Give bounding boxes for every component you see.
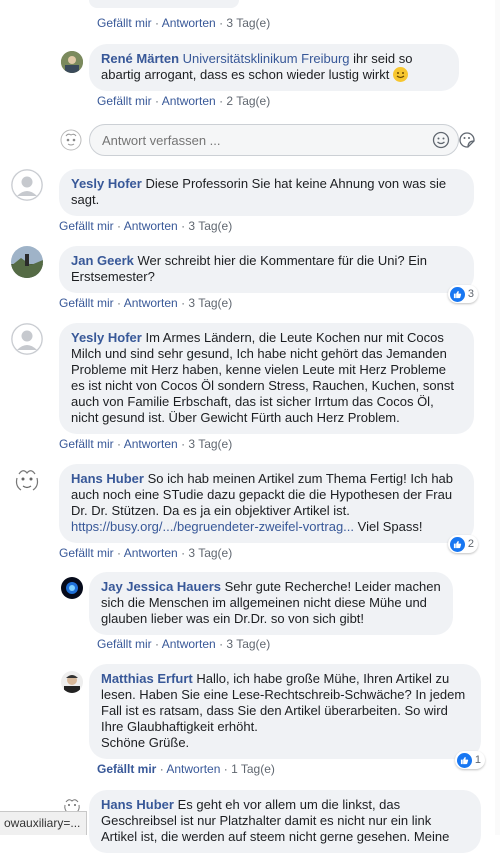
status-bar: owauxiliary=... xyxy=(0,811,88,835)
timestamp: 3 Tag(e) xyxy=(188,296,233,310)
reply-link[interactable]: Antworten xyxy=(124,546,178,560)
reply-link[interactable]: Antworten xyxy=(162,94,216,108)
comment-actions: Gefällt mir · Antworten · 3 Tag(e) xyxy=(59,296,233,310)
avatar[interactable] xyxy=(61,51,83,73)
reply-link[interactable]: Antworten xyxy=(124,296,178,310)
comment-actions: Gefällt mir · Antworten · 3 Tag(e) xyxy=(97,637,271,651)
comment-bubble: Matthias Erfurt Hallo, ich habe große Mü… xyxy=(89,664,485,769)
emoji-icon[interactable] xyxy=(432,131,450,149)
partial-bubble xyxy=(89,0,239,8)
comment-author[interactable]: Jan Geerk xyxy=(71,253,134,268)
thumbs-up-icon xyxy=(456,752,472,768)
reply-link[interactable]: Antworten xyxy=(124,437,178,451)
reaction-count[interactable]: 2 xyxy=(447,535,478,553)
like-link[interactable]: Gefällt mir xyxy=(59,296,114,310)
like-link[interactable]: Gefällt mir xyxy=(97,762,156,776)
like-link[interactable]: Gefällt mir xyxy=(59,437,114,451)
comment-author[interactable]: Yesly Hofer xyxy=(71,176,142,191)
like-link[interactable]: Gefällt mir xyxy=(59,546,114,560)
comment-closing: Schöne Grüße. xyxy=(101,735,190,750)
timestamp: 3 Tag(e) xyxy=(188,437,233,451)
comment-actions: Gefällt mir · Antworten · 2 Tag(e) xyxy=(97,94,271,108)
user-avatar xyxy=(60,129,82,151)
comment-author[interactable]: Matthias Erfurt xyxy=(101,671,193,686)
reply-link[interactable]: Antworten xyxy=(162,637,216,651)
author-affiliation[interactable]: Universitätsklinikum Freiburg xyxy=(183,51,350,66)
comment-bubble: René Märten Universitätsklinikum Freibur… xyxy=(89,44,459,91)
like-link[interactable]: Gefällt mir xyxy=(97,94,152,108)
avatar[interactable] xyxy=(11,246,43,278)
like-link[interactable]: Gefällt mir xyxy=(97,16,152,30)
reply-box xyxy=(89,124,475,156)
reply-link[interactable]: Antworten xyxy=(162,16,216,30)
avatar[interactable] xyxy=(11,323,43,355)
avatar[interactable] xyxy=(11,169,43,201)
comment-rene: René Märten Universitätsklinikum Freibur… xyxy=(61,44,459,91)
timestamp: 1 Tag(e) xyxy=(231,762,275,776)
comment-actions: Gefällt mir · Antworten · 1 Tag(e) xyxy=(97,762,275,776)
sticker-icon[interactable] xyxy=(458,131,476,149)
reaction-count[interactable]: 3 xyxy=(447,285,478,303)
comment-actions: Gefällt mir · Antworten · 3 Tag(e) xyxy=(59,437,233,451)
comment-author[interactable]: René Märten xyxy=(101,51,179,66)
like-link[interactable]: Gefällt mir xyxy=(59,219,114,233)
reply-link[interactable]: Antworten xyxy=(166,762,220,776)
comment-actions: Gefällt mir · Antworten · 3 Tag(e) xyxy=(59,219,233,233)
comment-author[interactable]: Jay Jessica Hauers xyxy=(101,579,221,594)
comment-jan: Jan Geerk Wer schreibt hier die Kommenta… xyxy=(11,246,478,303)
timestamp: 3 Tag(e) xyxy=(226,16,271,30)
reply-input[interactable] xyxy=(100,132,404,149)
comment-hans-2: Hans Huber Es geht eh vor allem um die l… xyxy=(61,790,481,853)
reply-link[interactable]: Antworten xyxy=(124,219,178,233)
comment-bubble: Yesly Hofer Im Armes Ländern, die Leute … xyxy=(59,323,474,434)
comment-bubble: Hans Huber Es geht eh vor allem um die l… xyxy=(89,790,481,853)
smiley-icon xyxy=(392,67,408,82)
timestamp: 2 Tag(e) xyxy=(226,94,271,108)
comment-bubble: Jay Jessica Hauers Sehr gute Recherche! … xyxy=(89,572,453,635)
timestamp: 3 Tag(e) xyxy=(188,219,233,233)
comment-matthias: Matthias Erfurt Hallo, ich habe große Mü… xyxy=(61,664,485,769)
comment-jay: Jay Jessica Hauers Sehr gute Recherche! … xyxy=(61,572,453,635)
avatar[interactable] xyxy=(61,671,83,693)
comment-text-end: Viel Spass! xyxy=(357,519,423,534)
comment-author[interactable]: Hans Huber xyxy=(101,797,174,812)
article-link[interactable]: https://busy.org/.../begruendeter-zweife… xyxy=(71,519,354,534)
reaction-count[interactable]: 1 xyxy=(454,751,485,769)
thumbs-up-icon xyxy=(449,286,465,302)
thumbs-up-icon xyxy=(449,536,465,552)
like-link[interactable]: Gefällt mir xyxy=(97,637,152,651)
timestamp: 3 Tag(e) xyxy=(226,637,271,651)
scrollbar[interactable] xyxy=(495,0,500,835)
avatar[interactable] xyxy=(61,577,83,599)
timestamp: 3 Tag(e) xyxy=(188,546,233,560)
comment-bubble: Yesly Hofer Diese Professorin Sie hat ke… xyxy=(59,169,474,216)
comment-yesly-2: Yesly Hofer Im Armes Ländern, die Leute … xyxy=(11,323,474,434)
avatar[interactable] xyxy=(11,464,43,496)
comment-yesly-1: Yesly Hofer Diese Professorin Sie hat ke… xyxy=(11,169,474,216)
comment-actions: Gefällt mir · Antworten · 3 Tag(e) xyxy=(59,546,233,560)
comment-author[interactable]: Yesly Hofer xyxy=(71,330,142,345)
comment-actions: Gefällt mir · Antworten · 3 Tag(e) xyxy=(97,16,271,30)
comment-bubble: Hans Huber So ich hab meinen Artikel zum… xyxy=(59,464,478,553)
comment-bubble: Jan Geerk Wer schreibt hier die Kommenta… xyxy=(59,246,478,303)
comment-author[interactable]: Hans Huber xyxy=(71,471,144,486)
comment-hans-1: Hans Huber So ich hab meinen Artikel zum… xyxy=(11,464,478,553)
